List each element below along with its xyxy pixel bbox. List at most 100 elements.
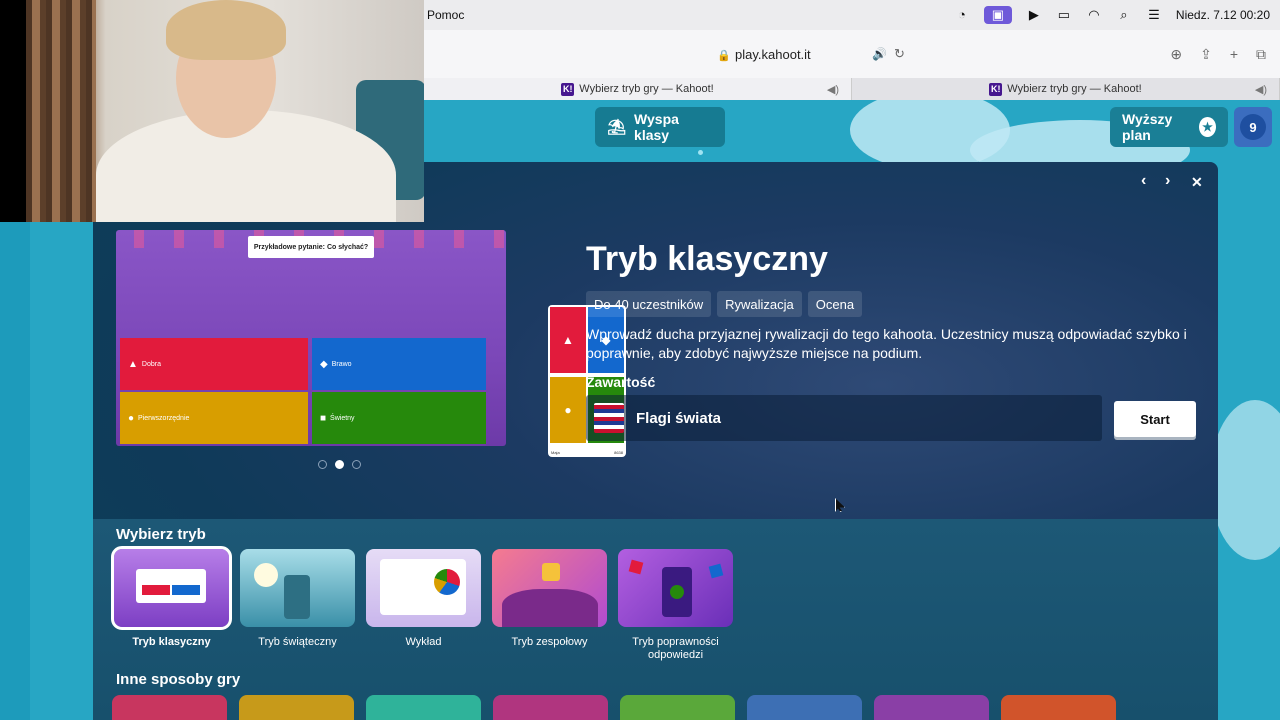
tag-competition: Rywalizacja — [717, 291, 802, 317]
speaker-icon[interactable]: 🔊 — [872, 47, 887, 61]
tag-assessment: Ocena — [807, 291, 863, 317]
choose-mode-title: Wybierz tryb — [116, 526, 206, 543]
triangle-icon: ▲ — [128, 358, 138, 370]
mode-label: Tryb świąteczny — [258, 636, 337, 648]
new-tab-icon[interactable]: + — [1230, 46, 1238, 63]
mode-list: Tryb klasyczny Tryb świąteczny Wykład Tr… — [111, 546, 735, 662]
mode-card-team[interactable]: Tryb zespołowy — [490, 549, 609, 662]
mode-thumbnail — [618, 549, 733, 627]
play-icon[interactable]: ▶ — [1026, 8, 1042, 22]
circle-icon: ● — [550, 377, 586, 443]
dashboard-icon[interactable]: ◔ — [954, 8, 970, 22]
battery-icon[interactable]: ▭ — [1056, 8, 1072, 22]
avatar: 9 — [1240, 114, 1266, 140]
preview-answer-yellow: ● Pierwszorzędnie — [120, 392, 308, 444]
mode-card-lecture[interactable]: Wykład — [364, 549, 483, 662]
indicator-dot — [698, 150, 703, 155]
kahoot-thumbnail — [594, 403, 624, 433]
tab-speaker-icon[interactable]: ◀) — [827, 83, 839, 96]
kahoot-favicon-icon: K! — [561, 82, 575, 96]
phone-footer: Maja 8638 — [551, 450, 623, 455]
other-ways-list — [112, 695, 1116, 720]
mouse-cursor — [835, 498, 845, 512]
chevron-left-icon[interactable]: ‹ — [1141, 172, 1146, 190]
other-game-card[interactable] — [620, 695, 735, 720]
browser-tab-1[interactable]: K! Wybierz tryb gry — Kahoot! ◀) — [424, 78, 852, 100]
carousel-dots — [318, 460, 361, 469]
other-game-card[interactable] — [874, 695, 989, 720]
start-button[interactable]: Start — [1114, 401, 1196, 437]
clock[interactable]: Niedz. 7.12 00:20 — [1176, 8, 1270, 22]
content-label: Zawartość — [586, 374, 656, 390]
classroom-island-button[interactable]: ⛱ Wyspa klasy — [595, 107, 725, 147]
tab-title: Wybierz tryb gry — Kahoot! — [1007, 83, 1142, 95]
content-name: Flagi świata — [636, 409, 722, 427]
mode-thumbnail — [366, 549, 481, 627]
search-icon[interactable]: ⌕ — [1116, 8, 1132, 22]
carousel-dot[interactable] — [318, 460, 327, 469]
tabs-overview-icon[interactable]: ⧉ — [1256, 46, 1266, 63]
webcam-background — [26, 0, 96, 222]
tab-title: Wybierz tryb gry — Kahoot! — [579, 83, 714, 95]
carousel-dot[interactable] — [352, 460, 361, 469]
kahoot-favicon-icon: K! — [989, 82, 1003, 96]
url-text: play.kahoot.it — [735, 46, 811, 62]
diamond-icon: ◆ — [320, 358, 328, 370]
phone-player: Maja — [551, 450, 560, 455]
share-icon[interactable]: ⇪ — [1200, 46, 1212, 63]
preview-answer-green: ■ Świetny — [312, 392, 486, 444]
webcam-person — [166, 0, 286, 60]
mode-label: Tryb poprawności odpowiedzi — [632, 636, 719, 661]
mode-label: Tryb zespołowy — [511, 636, 588, 648]
control-center-icon[interactable]: ☰ — [1146, 8, 1162, 22]
other-game-card[interactable] — [366, 695, 481, 720]
game-mode-modal: ‹ › ✕ Przykładowe pytanie: Co słychać? ▲… — [93, 162, 1218, 720]
answer-label: Dobra — [141, 360, 161, 368]
mode-thumbnail — [111, 546, 232, 630]
cloud-decoration — [1210, 400, 1280, 560]
mode-card-holiday[interactable]: Tryb świąteczny — [238, 549, 357, 662]
tab-speaker-icon[interactable]: ◀) — [1255, 83, 1267, 96]
other-game-card[interactable] — [112, 695, 227, 720]
preview-question: Przykładowe pytanie: Co słychać? — [248, 236, 374, 258]
other-game-card[interactable] — [239, 695, 354, 720]
square-icon: ■ — [320, 412, 327, 424]
wifi-icon[interactable]: ◠ — [1086, 8, 1102, 22]
classroom-island-label: Wyspa klasy — [634, 111, 679, 143]
star-icon: ★ — [1198, 117, 1216, 137]
island-icon: ⛱ — [607, 119, 627, 136]
mode-tags: Do 40 uczestników Rywalizacja Ocena — [586, 291, 863, 317]
browser-toolbar: 🔒 play.kahoot.it 🔊 ↻ ⊕ ⇪ + ⧉ — [424, 30, 1280, 78]
webcam-overlay — [26, 0, 424, 222]
phone-score: 8638 — [614, 450, 623, 455]
address-bar[interactable]: 🔒 play.kahoot.it — [614, 47, 914, 62]
page-edge — [0, 222, 30, 720]
circle-icon: ● — [128, 412, 135, 424]
browser-tab-2[interactable]: K! Wybierz tryb gry — Kahoot! ◀) — [852, 78, 1280, 100]
screen-record-icon[interactable]: ▣ — [983, 6, 1012, 24]
lock-icon: 🔒 — [717, 49, 732, 62]
upgrade-label: Wyższy plan — [1122, 111, 1173, 143]
mode-title: Tryb klasyczny — [586, 240, 828, 278]
download-icon[interactable]: ⊕ — [1170, 46, 1182, 63]
mode-card-classic[interactable]: Tryb klasyczny — [111, 546, 232, 662]
other-game-card[interactable] — [493, 695, 608, 720]
tag-players: Do 40 uczestników — [586, 291, 712, 317]
profile-button[interactable]: 9 — [1234, 107, 1272, 147]
other-ways-title: Inne sposoby gry — [116, 671, 241, 688]
menu-bar: Pomoc ◔ ▣ ▶ ▭ ◠ ⌕ ☰ Niedz. 7.12 00:20 — [424, 0, 1280, 30]
upgrade-button[interactable]: Wyższy plan ★ — [1110, 107, 1228, 147]
content-row: Flagi świata — [586, 395, 1102, 441]
mode-thumbnail — [492, 549, 607, 627]
mode-card-accuracy[interactable]: Tryb poprawności odpowiedzi — [616, 549, 735, 662]
chevron-right-icon[interactable]: › — [1165, 172, 1170, 190]
answer-label: Brawo — [331, 360, 352, 368]
reload-icon[interactable]: ↻ — [894, 46, 905, 62]
menu-help[interactable]: Pomoc — [427, 8, 464, 22]
other-game-card[interactable] — [1001, 695, 1116, 720]
carousel-dot-active[interactable] — [335, 460, 344, 469]
mode-preview-image: Przykładowe pytanie: Co słychać? ▲ Dobra … — [116, 230, 506, 446]
answer-label: Świetny — [330, 414, 355, 422]
close-icon[interactable]: ✕ — [1191, 174, 1203, 191]
other-game-card[interactable] — [747, 695, 862, 720]
